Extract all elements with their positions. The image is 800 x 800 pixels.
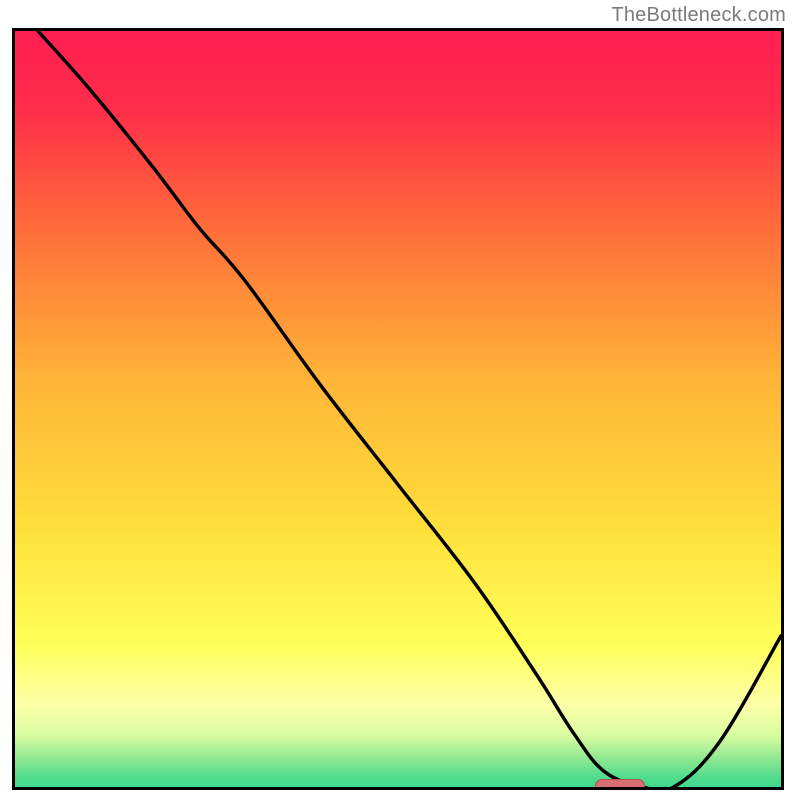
watermark-text: TheBottleneck.com: [611, 4, 786, 27]
chart-frame: [12, 28, 784, 790]
background-gradient: [15, 31, 781, 790]
sweet-spot-marker: [595, 779, 645, 790]
